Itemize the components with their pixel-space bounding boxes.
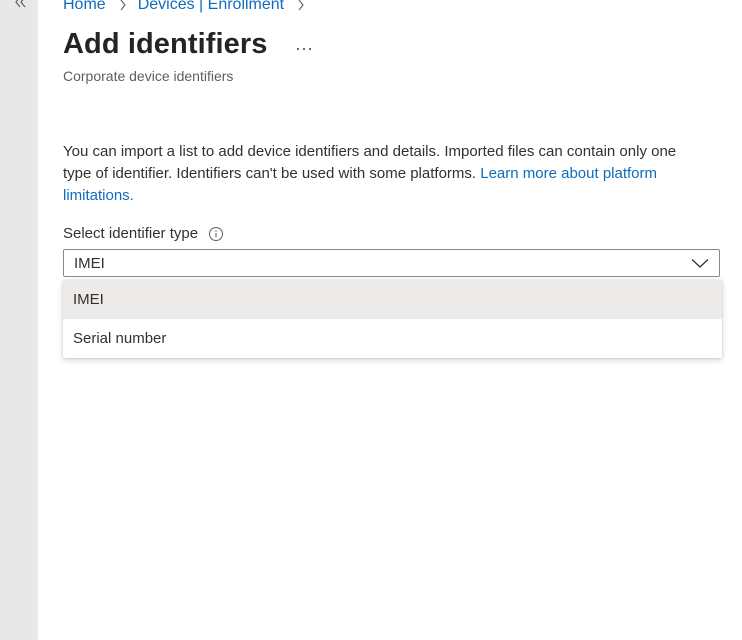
option-serial-number[interactable]: Serial number [63, 319, 722, 358]
identifier-type-select[interactable]: IMEI [63, 249, 720, 277]
page-title: Add identifiers [63, 28, 268, 60]
double-chevron-left-icon[interactable] [13, 0, 27, 10]
breadcrumb-devices-enrollment-link[interactable]: Devices | Enrollment [138, 0, 284, 14]
identifier-type-dropdown-list: IMEI Serial number [63, 280, 722, 358]
page-subtitle: Corporate device identifiers [63, 68, 234, 84]
chevron-right-icon [120, 0, 126, 11]
identifier-type-label-row: Select identifier type [63, 225, 224, 242]
breadcrumb: Home Devices | Enrollment [63, 0, 316, 14]
info-icon[interactable] [208, 226, 224, 242]
identifier-type-label: Select identifier type [63, 225, 199, 242]
identifier-type-selected-value: IMEI [74, 255, 105, 272]
breadcrumb-home-link[interactable]: Home [63, 0, 106, 14]
chevron-right-icon [298, 0, 304, 11]
more-options-icon[interactable] [290, 36, 318, 60]
option-imei[interactable]: IMEI [63, 280, 722, 319]
main-panel: Home Devices | Enrollment Add identifier… [38, 0, 742, 640]
description-text: You can import a list to add device iden… [63, 141, 703, 207]
left-rail [0, 0, 38, 640]
chevron-down-icon [691, 259, 709, 268]
